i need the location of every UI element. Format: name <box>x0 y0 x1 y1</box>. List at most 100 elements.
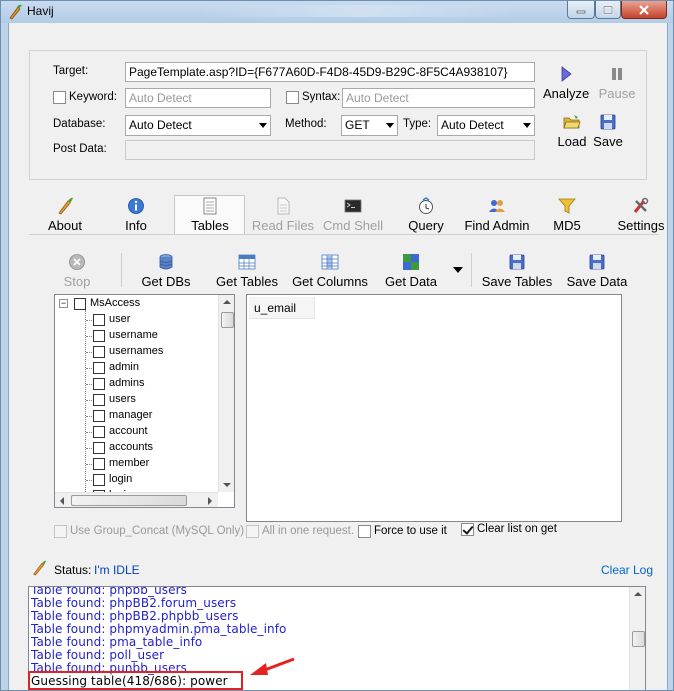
tree-item[interactable]: manager <box>55 408 215 424</box>
tab-settings[interactable]: Settings <box>613 197 669 233</box>
scroll-up-icon[interactable] <box>634 592 642 596</box>
syntax-input[interactable]: Auto Detect <box>342 88 535 108</box>
tab-about[interactable]: About <box>39 197 91 233</box>
tree-item-checkbox[interactable] <box>93 378 105 390</box>
tree-item-checkbox[interactable] <box>93 410 105 422</box>
force-label: Force to use it <box>374 525 447 537</box>
title-bar[interactable]: Havij <box>1 1 673 23</box>
tree-item-checkbox[interactable] <box>93 314 105 326</box>
scroll-up-icon[interactable] <box>223 300 231 304</box>
tree-scroll-thumb[interactable] <box>221 312 234 328</box>
tree-item[interactable]: login <box>55 472 215 488</box>
tree-item-checkbox[interactable] <box>93 474 105 486</box>
tree-item[interactable]: accounts <box>55 440 215 456</box>
tree-root[interactable]: − MsAccess <box>55 296 220 312</box>
force-checkbox[interactable] <box>358 525 371 538</box>
postdata-label: Post Data: <box>53 143 107 155</box>
quill-icon <box>58 197 73 215</box>
tab-find-admin[interactable]: Find Admin <box>462 197 532 233</box>
log-vertical-scrollbar[interactable] <box>629 587 645 690</box>
tree-item-checkbox[interactable] <box>93 442 105 454</box>
keyword-checkbox[interactable] <box>53 91 66 104</box>
tree-item[interactable]: username <box>55 328 215 344</box>
load-button[interactable]: Load <box>554 113 590 149</box>
tree-item[interactable]: admins <box>55 376 215 392</box>
pause-button[interactable]: Pause <box>597 65 637 101</box>
tab-query-label: Query <box>408 218 444 233</box>
tree-item[interactable]: usernames <box>55 344 215 360</box>
clear-log-link[interactable]: Clear Log <box>601 563 653 577</box>
tree-item-checkbox[interactable] <box>93 362 105 374</box>
tab-query[interactable]: Query <box>401 197 451 233</box>
tree-item[interactable]: account <box>55 424 215 440</box>
scroll-right-icon[interactable] <box>208 497 212 505</box>
group-concat-checkbox[interactable] <box>54 525 67 538</box>
close-button[interactable] <box>621 1 667 19</box>
save-button[interactable]: Save <box>592 113 624 149</box>
scroll-down-icon[interactable] <box>223 483 231 487</box>
maximize-button[interactable] <box>595 1 621 19</box>
database-select[interactable]: Auto Detect <box>125 115 271 136</box>
tree-item[interactable]: admin <box>55 360 215 376</box>
tab-tables[interactable]: Tables <box>179 197 241 233</box>
method-select[interactable]: GET <box>341 115 398 136</box>
toolbar-separator <box>471 253 472 287</box>
tree-hscroll-thumb[interactable] <box>71 495 187 506</box>
tree-item-checkbox[interactable] <box>93 394 105 406</box>
tree-item-label: admin <box>109 361 139 373</box>
syntax-checkbox[interactable] <box>286 91 299 104</box>
tree-item-label: user <box>109 313 131 325</box>
tables-tree[interactable]: − MsAccess user username usernames admin adm… <box>54 294 235 508</box>
file-icon <box>277 197 290 215</box>
havij-app-icon <box>9 4 22 20</box>
column-header[interactable]: u_email <box>249 297 315 319</box>
get-tables-button[interactable]: Get Tables <box>213 253 281 289</box>
tree-item-checkbox[interactable] <box>93 458 105 470</box>
stop-button[interactable]: Stop <box>57 253 97 289</box>
clear-list-checkbox[interactable] <box>461 523 474 536</box>
type-select[interactable]: Auto Detect <box>437 115 535 136</box>
tab-read-files-label: Read Files <box>251 218 315 233</box>
tree-vertical-scrollbar[interactable] <box>218 295 234 492</box>
analyze-button[interactable]: Analyze <box>543 65 589 101</box>
log-scroll-thumb[interactable] <box>632 631 645 647</box>
tab-read-files[interactable]: Read Files <box>247 197 319 233</box>
get-data-button[interactable]: Get Data <box>383 253 439 289</box>
get-dbs-button[interactable]: Get DBs <box>139 253 193 289</box>
log-line: Table found: phpBB2.phpbb_users <box>31 609 239 623</box>
tree-item[interactable]: user <box>55 312 215 328</box>
pause-label: Pause <box>598 86 636 101</box>
tree-root-checkbox[interactable] <box>74 298 86 310</box>
highlight-box <box>28 671 243 690</box>
floppy-icon <box>589 254 605 270</box>
postdata-input[interactable] <box>125 140 535 160</box>
play-icon <box>561 66 572 82</box>
tree-item-checkbox[interactable] <box>93 330 105 342</box>
chevron-down-icon <box>259 123 267 128</box>
tree-item[interactable]: member <box>55 456 215 472</box>
minimize-button[interactable] <box>567 1 595 19</box>
tree-horizontal-scrollbar[interactable] <box>55 492 218 507</box>
tree-item-checkbox[interactable] <box>93 426 105 438</box>
get-columns-button[interactable]: Get Columns <box>289 253 371 289</box>
collapse-toggle-icon[interactable]: − <box>59 299 68 308</box>
red-arrow-icon <box>250 657 295 675</box>
get-data-dropdown-arrow[interactable] <box>453 267 463 273</box>
chevron-down-icon <box>386 123 394 128</box>
tab-cmd-shell[interactable]: Cmd Shell <box>320 197 386 233</box>
scroll-left-icon[interactable] <box>60 497 64 505</box>
keyword-input[interactable]: Auto Detect <box>125 88 271 108</box>
tree-item-label: login <box>109 473 133 485</box>
columns-list[interactable]: u_email <box>246 294 622 522</box>
tree-item-checkbox[interactable] <box>93 346 105 358</box>
tab-md5[interactable]: MD5 <box>547 197 587 233</box>
save-data-button[interactable]: Save Data <box>564 253 630 289</box>
all-in-one-checkbox[interactable] <box>246 525 259 538</box>
target-input[interactable]: PageTemplate.asp?ID={F677A60D-F4D8-45D9-… <box>125 62 535 82</box>
save-tables-button[interactable]: Save Tables <box>479 253 555 289</box>
tab-info[interactable]: Info <box>113 197 159 233</box>
table-doc-icon <box>203 197 217 215</box>
tab-divider <box>29 234 659 235</box>
tree-item[interactable]: users <box>55 392 215 408</box>
info-icon <box>128 198 144 214</box>
